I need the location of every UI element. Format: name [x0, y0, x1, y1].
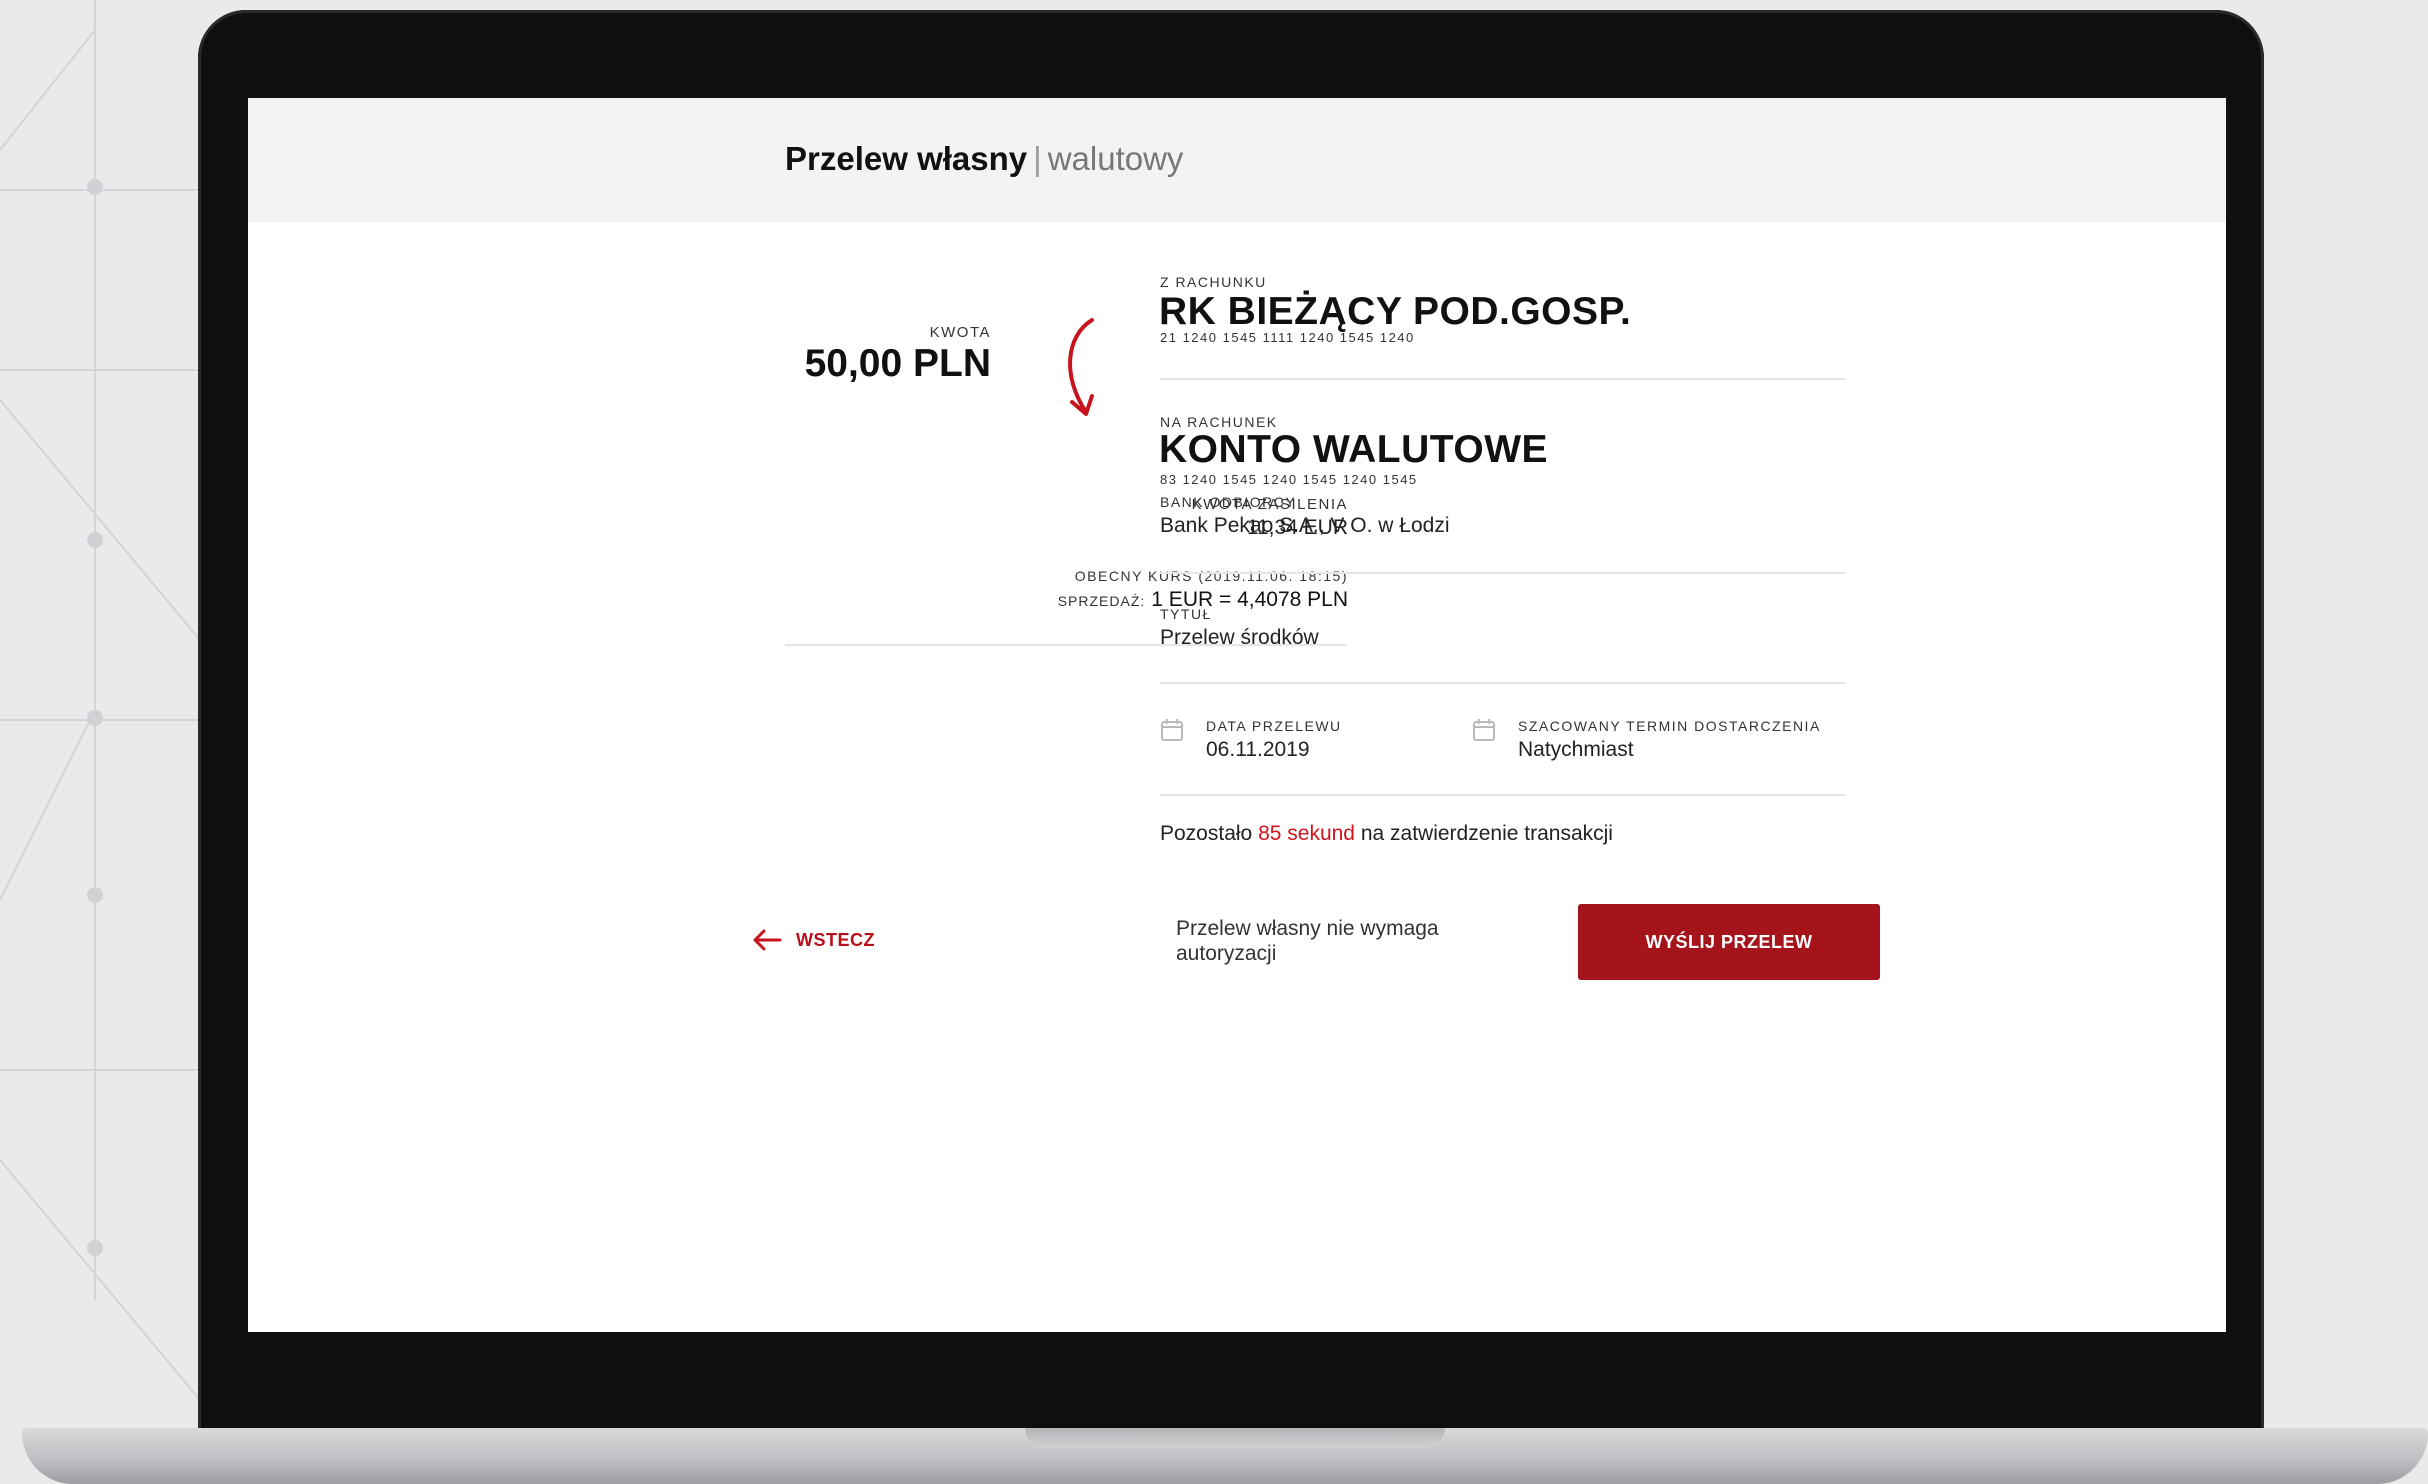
page-title-sub: walutowy	[1047, 140, 1184, 177]
amount-label: KWOTA	[929, 324, 991, 341]
laptop-notch	[1025, 1428, 1445, 1448]
back-label: WSTECZ	[796, 929, 875, 950]
bank-value: Bank Pekao S.A., V O. w Łodzi	[1160, 514, 1450, 537]
app-screen: Przelew własny | walutowy KWOTA 50,00 PLN …	[248, 98, 2226, 1332]
divider	[1160, 682, 1846, 684]
from-account-label: Z RACHUNKU	[1160, 274, 1267, 290]
bank-label: BANK ODBIORCY	[1160, 494, 1297, 510]
countdown-after: na zatwierdzenie transakcji	[1360, 822, 1613, 845]
title-value: Przelew środków	[1160, 626, 1319, 649]
divider	[1160, 572, 1846, 574]
to-account-number: 83 1240 1545 1240 1545 1240 1545	[1160, 472, 1418, 487]
rate-line: SPRZEDAŻ: 1 EUR = 4,4078 PLN	[808, 588, 1348, 612]
from-account-number: 21 1240 1545 1111 1240 1545 1240	[1160, 330, 1415, 345]
amount-value: 50,00 PLN	[804, 342, 991, 385]
transfer-date-label: DATA PRZELEWU	[1206, 718, 1342, 734]
send-transfer-button[interactable]: WYŚLIJ PRZELEW	[1578, 904, 1880, 980]
page-header: Przelew własny | walutowy	[248, 98, 2226, 222]
authorization-note: Przelew własny nie wymaga autoryzacji	[1176, 917, 1439, 965]
calendar-icon	[1161, 719, 1183, 741]
delivery-label: SZACOWANY TERMIN DOSTARCZENIA	[1518, 718, 1821, 734]
title-label: TYTUŁ	[1160, 606, 1212, 622]
page-title-main: Przelew własny	[785, 140, 1028, 177]
page-title: Przelew własny | walutowy	[785, 140, 1183, 178]
back-button[interactable]: WSTECZ	[752, 929, 875, 951]
countdown-seconds: 85 sekund	[1258, 822, 1355, 845]
divider	[1160, 794, 1846, 796]
countdown-message: Pozostało 85 sekund na zatwierdzenie tra…	[1160, 822, 1613, 846]
transfer-date-value: 06.11.2019	[1206, 738, 1310, 761]
from-account-name: RK BIEŻĄCY POD.GOSP.	[1159, 290, 1632, 333]
rate-prefix: SPRZEDAŻ:	[1057, 593, 1146, 609]
page-title-separator: |	[1033, 140, 1042, 177]
calendar-icon	[1473, 719, 1495, 741]
delivery-value: Natychmiast	[1518, 738, 1634, 761]
to-account-name: KONTO WALUTOWE	[1159, 428, 1549, 471]
rate-label: OBECNY KURS (2019.11.06. 18:15)	[1074, 568, 1348, 584]
arrow-left-icon	[753, 929, 782, 951]
countdown-before: Pozostało	[1160, 822, 1253, 845]
curved-arrow-down-icon	[1068, 318, 1094, 416]
divider	[1160, 378, 1846, 380]
